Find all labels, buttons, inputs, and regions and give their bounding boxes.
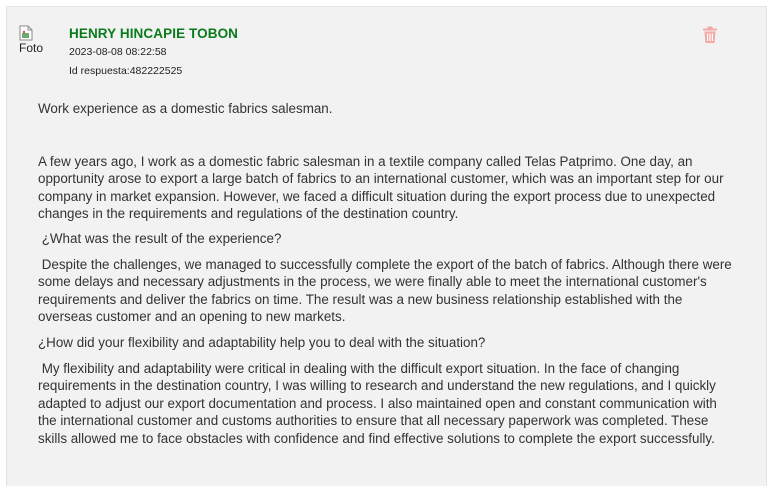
broken-image-icon <box>19 25 33 41</box>
answer-paragraph: My flexibility and adaptability were cri… <box>38 360 721 446</box>
question-heading: ¿What was the result of the experience? <box>38 230 282 246</box>
delete-button[interactable] <box>702 26 718 44</box>
answer-paragraph: Despite the challenges, we managed to su… <box>38 256 736 325</box>
avatar-alt-text: Foto <box>19 41 44 55</box>
answer-body: Work experience as a domestic fabrics sa… <box>38 100 738 448</box>
answer-title: Work experience as a domestic fabrics sa… <box>38 101 333 116</box>
response-id: Id respuesta:482222525 <box>69 65 183 77</box>
answer-paragraph: A few years ago, I work as a domestic fa… <box>38 153 724 222</box>
post-date: 2023-08-08 08:22:58 <box>69 46 167 58</box>
avatar: Foto <box>19 25 51 61</box>
author-name: HENRY HINCAPIE TOBON <box>69 26 239 41</box>
question-heading: ¿How did your flexibility and adaptabili… <box>38 334 486 350</box>
answer-card: Foto HENRY HINCAPIE TOBON 2023-08-08 08:… <box>6 6 767 486</box>
trash-icon <box>703 26 717 43</box>
